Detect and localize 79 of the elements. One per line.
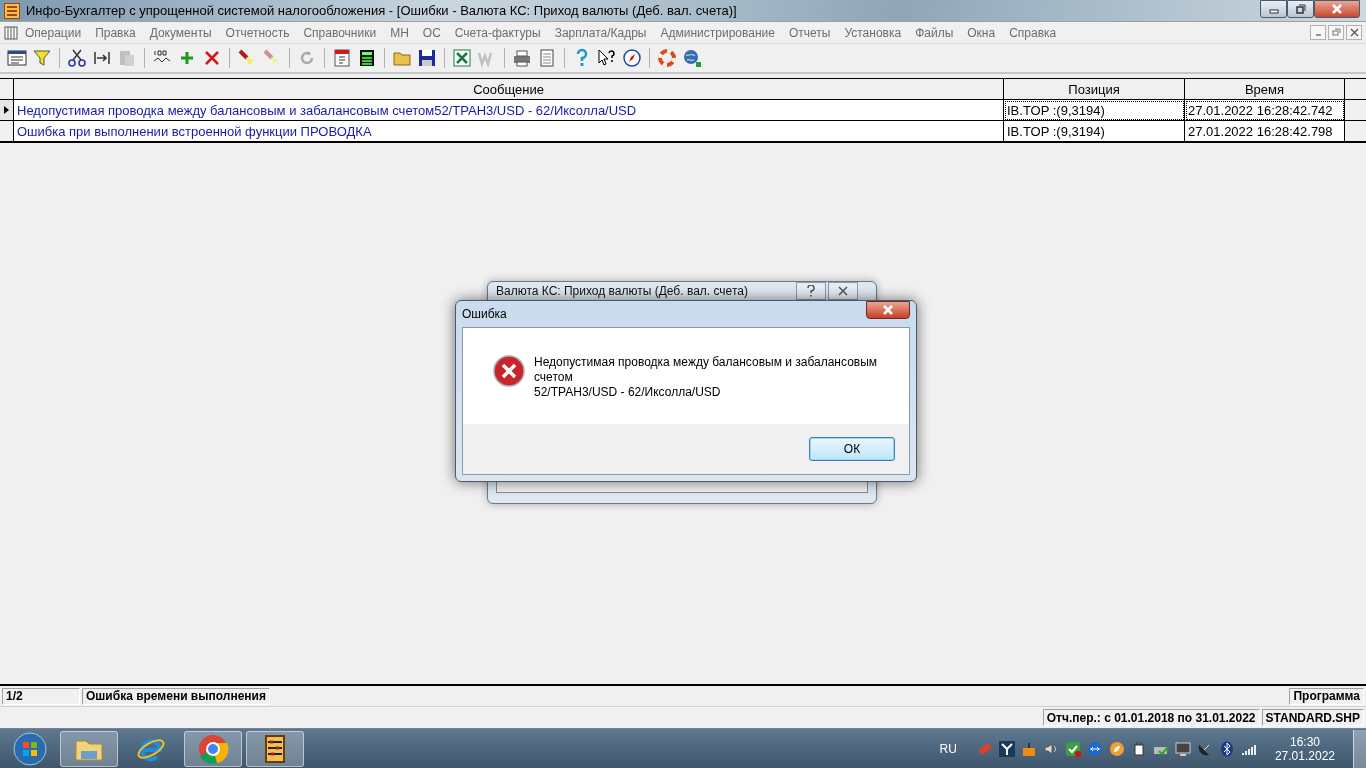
menu-item[interactable]: Операции (18, 25, 89, 40)
cut-icon[interactable] (66, 47, 88, 69)
restore-icon (1331, 28, 1341, 37)
menu-item[interactable]: Отчетность (218, 25, 297, 40)
error-message: Недопустимая проводка между балансовым и забалансовым счетом (534, 355, 879, 385)
close-button[interactable] (1314, 0, 1360, 18)
table-cell: 27.01.2022 16:28:42.742 (1185, 100, 1345, 121)
period-label: Отч.пер.: с 01.01.2018 по 31.01.2022 (1042, 709, 1260, 726)
close-button[interactable] (828, 282, 858, 300)
windows-logo-icon (13, 732, 47, 766)
menu-item[interactable]: МН (383, 25, 416, 40)
spreadsheet-icon[interactable] (451, 47, 473, 69)
close-button[interactable] (866, 301, 910, 319)
dialog-title: Валюта КС: Приход валюты (Деб. вал. счета) (496, 284, 748, 298)
table-cell: Ошибка при выполнении встроенной функции ПРОВОДКА (14, 121, 1004, 142)
taskbar-app-button[interactable] (246, 731, 304, 767)
menu-item[interactable]: Установка (837, 25, 909, 40)
abacus-icon (4, 2, 20, 19)
speaker-icon (1042, 741, 1059, 757)
table-cell: IB.TOP :(9,3194) (1004, 121, 1185, 142)
menu-item[interactable]: Файлы (908, 25, 961, 40)
bluetooth-icon (1218, 741, 1235, 757)
mode-label: Программа (1289, 687, 1364, 705)
monitor-icon (1174, 741, 1191, 757)
table-cell: Недопустимая проводка между балансовым и забалансовым счетом52/ТРАН3/USD - 62/Иксолла/USD (14, 100, 1004, 121)
error-icon (493, 355, 525, 387)
menu-item[interactable]: Документы (142, 25, 219, 40)
table-cell: IB.TOP :(9,3194) (1004, 100, 1185, 121)
lifebuoy-icon[interactable] (656, 47, 678, 69)
clock-date[interactable]: 27.01.2022 (1274, 749, 1335, 763)
dialog-title: Ошибка (462, 307, 507, 321)
chrome-icon (197, 733, 229, 765)
column-header[interactable]: Сообщение (14, 79, 1004, 100)
minimize-button[interactable] (1260, 0, 1287, 18)
menu-item[interactable]: Зарплата/Кадры (547, 25, 654, 40)
document-icon (4, 25, 18, 40)
menu-item[interactable]: Правка (88, 25, 143, 40)
status-message: Ошибка времени выполнения (82, 687, 270, 705)
help-button[interactable] (796, 282, 826, 300)
close-icon (1331, 4, 1343, 14)
compass-icon[interactable] (621, 47, 643, 69)
network-share-icon (1020, 741, 1037, 757)
record-counter: 1/2 (2, 687, 80, 705)
menu-item[interactable]: Счета-фактуры (447, 25, 548, 40)
floppy-disk-icon[interactable] (416, 47, 438, 69)
error-message: 52/ТРАН3/USD - 62/Иксолла/USD (534, 385, 722, 400)
leaf-circle-icon (1108, 741, 1125, 757)
menu-item[interactable]: Окна (960, 25, 1003, 40)
file-label: STANDARD.SHP (1261, 709, 1364, 726)
menu-item[interactable]: Справочники (296, 25, 384, 40)
table-icon[interactable] (6, 47, 28, 69)
pointer-help-icon[interactable] (596, 47, 618, 69)
restore-icon (1295, 4, 1306, 14)
row-indicator[interactable] (0, 121, 14, 142)
menu-item[interactable]: ОС (415, 25, 448, 40)
restore-button[interactable] (1287, 0, 1314, 18)
chevron-logo-icon (998, 741, 1015, 757)
close-icon (882, 305, 894, 315)
menu-item[interactable]: Отчеты (781, 25, 838, 40)
row-indicator[interactable] (0, 100, 14, 121)
close-icon (1349, 28, 1359, 37)
clock-time[interactable]: 16:30 (1289, 735, 1320, 749)
column-header[interactable]: Время (1185, 79, 1345, 100)
printer-icon[interactable] (511, 47, 533, 69)
close-icon (838, 286, 848, 296)
menu-item[interactable]: Администрирование (653, 25, 782, 40)
calendar-icon[interactable] (331, 47, 353, 69)
check-badge-icon (1064, 741, 1081, 757)
table-cell: 27.01.2022 16:28:42.798 (1185, 121, 1345, 142)
ok-button[interactable]: ОК (809, 437, 895, 461)
help-icon (807, 285, 815, 297)
menu-item[interactable]: Справка (1002, 25, 1064, 40)
column-header[interactable]: Позиция (1004, 79, 1185, 100)
language-indicator[interactable]: RU (939, 742, 957, 756)
window-title: Инфо-Бухгалтер с упрощенной системой налогообложения - [Ошибки - Валюта КС: Приход валюты (Деб. вал. счета)] (26, 3, 737, 18)
globe-icon[interactable] (681, 47, 703, 69)
minimize-button[interactable] (1310, 25, 1326, 40)
filter-icon[interactable] (31, 47, 53, 69)
close-button[interactable] (1346, 25, 1362, 40)
